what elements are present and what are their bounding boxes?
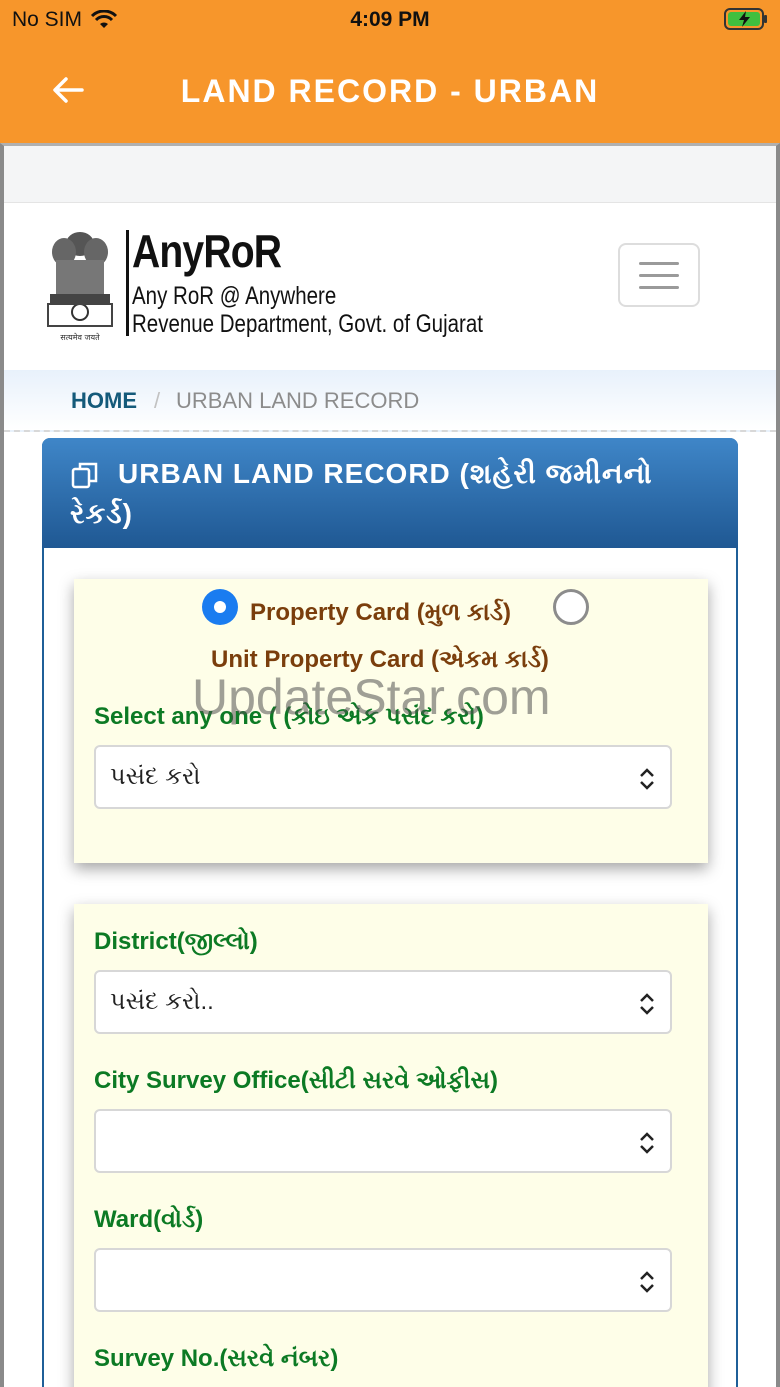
updown-chevron-icon: [640, 1271, 654, 1293]
district-value: પસંદ કરો..: [110, 988, 214, 1015]
hamburger-icon: [639, 262, 679, 265]
breadcrumb-home-link[interactable]: HOME: [71, 388, 137, 414]
ward-dropdown[interactable]: [94, 1248, 672, 1312]
app-bar-title: LAND RECORD - URBAN: [180, 73, 600, 109]
select-any-dropdown[interactable]: પસંદ કરો: [94, 745, 672, 809]
panel-header: URBAN LAND RECORD (શહેરી જમીનનો રેકર્ડ): [42, 438, 738, 548]
breadcrumb: HOME / URBAN LAND RECORD: [4, 370, 776, 432]
brand-divider: [126, 230, 129, 336]
panel-title: URBAN LAND RECORD (શહેરી જમીનનો રેકર્ડ): [70, 458, 653, 529]
updown-chevron-icon: [640, 768, 654, 790]
battery-charging-icon: [724, 8, 767, 30]
property-card-label[interactable]: Property Card (મુળ કાર્ડ): [250, 599, 511, 627]
status-time: 4:09 PM: [350, 8, 430, 31]
app-bar: No SIM 4:09 PM LAND RECORD - URBAN: [0, 0, 780, 143]
emblem-caption: सत्यमेव जयते: [60, 332, 100, 342]
brand-department: Revenue Department, Govt. of Gujarat: [132, 310, 483, 338]
property-card-radio[interactable]: [202, 589, 238, 625]
ward-label: Ward(વોર્ડ): [94, 1206, 204, 1233]
national-emblem-icon: सत्यमेव जयते: [47, 232, 113, 342]
web-content: सत्यमेव जयते AnyRoR Any RoR @ Anywhere R…: [0, 143, 780, 1387]
urban-land-record-panel: URBAN LAND RECORD (શહેરી જમીનનો રેકર્ડ) …: [42, 438, 738, 1387]
brand-name: AnyRoR: [132, 225, 282, 277]
updown-chevron-icon: [640, 1132, 654, 1154]
location-card: District(જીલ્લો) પસંદ કરો.. City Survey …: [74, 904, 708, 1387]
district-label: District(જીલ્લો): [94, 928, 258, 955]
district-dropdown[interactable]: પસંદ કરો..: [94, 970, 672, 1034]
watermark: UpdateStar.com: [192, 669, 551, 725]
brand-logo[interactable]: सत्यमेव जयते AnyRoR Any RoR @ Anywhere R…: [42, 224, 502, 352]
status-bar: No SIM 4:09 PM: [0, 0, 780, 40]
city-survey-office-label: City Survey Office(સીટી સરવે ઓફીસ): [94, 1067, 498, 1094]
city-survey-office-dropdown[interactable]: [94, 1109, 672, 1173]
brand-tagline: Any RoR @ Anywhere: [132, 282, 337, 310]
unit-property-card-radio[interactable]: [553, 589, 589, 625]
breadcrumb-current: URBAN LAND RECORD: [176, 388, 420, 413]
survey-no-label: Survey No.(સરવે નંબર): [94, 1345, 339, 1372]
breadcrumb-separator: /: [154, 388, 161, 413]
hamburger-menu-button[interactable]: [618, 243, 700, 307]
select-any-value: પસંદ કરો: [110, 763, 201, 790]
top-strip: [4, 146, 776, 203]
updown-chevron-icon: [640, 993, 654, 1015]
